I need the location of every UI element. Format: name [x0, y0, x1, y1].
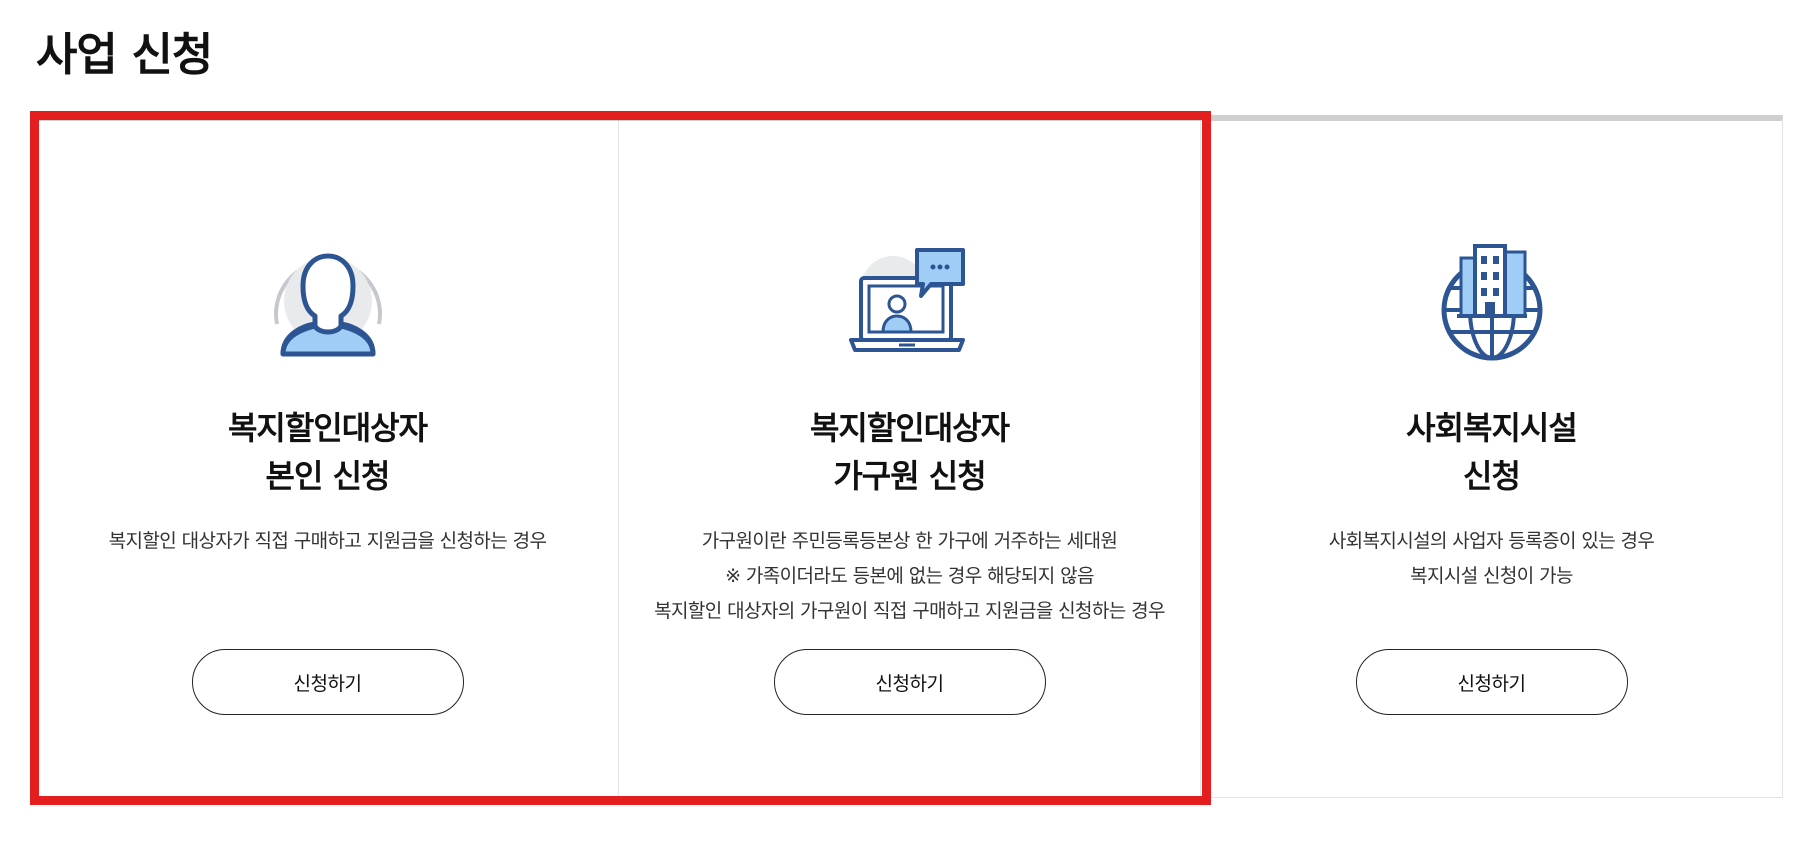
- card-description: 가구원이란 주민등록등본상 한 가구에 거주하는 세대원 ※ 가족이더라도 등본…: [654, 530, 1165, 622]
- card-title: 사회복지시설 신청: [1406, 409, 1578, 495]
- building-globe-icon: [1427, 238, 1557, 368]
- card-self-application: 복지할인대상자 본인 신청 복지할인 대상자가 직접 구매하고 지원금을 신청하…: [37, 121, 618, 797]
- card-title: 복지할인대상자 가구원 신청: [809, 409, 1010, 495]
- apply-button[interactable]: 신청하기: [191, 649, 464, 715]
- apply-button[interactable]: 신청하기: [773, 649, 1046, 715]
- apply-button[interactable]: 신청하기: [1355, 649, 1628, 715]
- card-description: 사회복지시설의 사업자 등록증이 있는 경우 복지시설 신청이 가능: [1328, 530, 1655, 587]
- card-welfare-facility-application: 사회복지시설 신청 사회복지시설의 사업자 등록증이 있는 경우 복지시설 신청…: [1200, 121, 1782, 797]
- application-cards: 복지할인대상자 본인 신청 복지할인 대상자가 직접 구매하고 지원금을 신청하…: [36, 115, 1783, 798]
- video-call-icon: [845, 238, 975, 368]
- page-title: 사업 신청: [36, 28, 213, 81]
- person-icon: [263, 238, 393, 368]
- card-title: 복지할인대상자 본인 신청: [227, 409, 428, 495]
- card-household-application: 복지할인대상자 가구원 신청 가구원이란 주민등록등본상 한 가구에 거주하는 …: [618, 121, 1200, 797]
- card-description: 복지할인 대상자가 직접 구매하고 지원금을 신청하는 경우: [108, 530, 547, 552]
